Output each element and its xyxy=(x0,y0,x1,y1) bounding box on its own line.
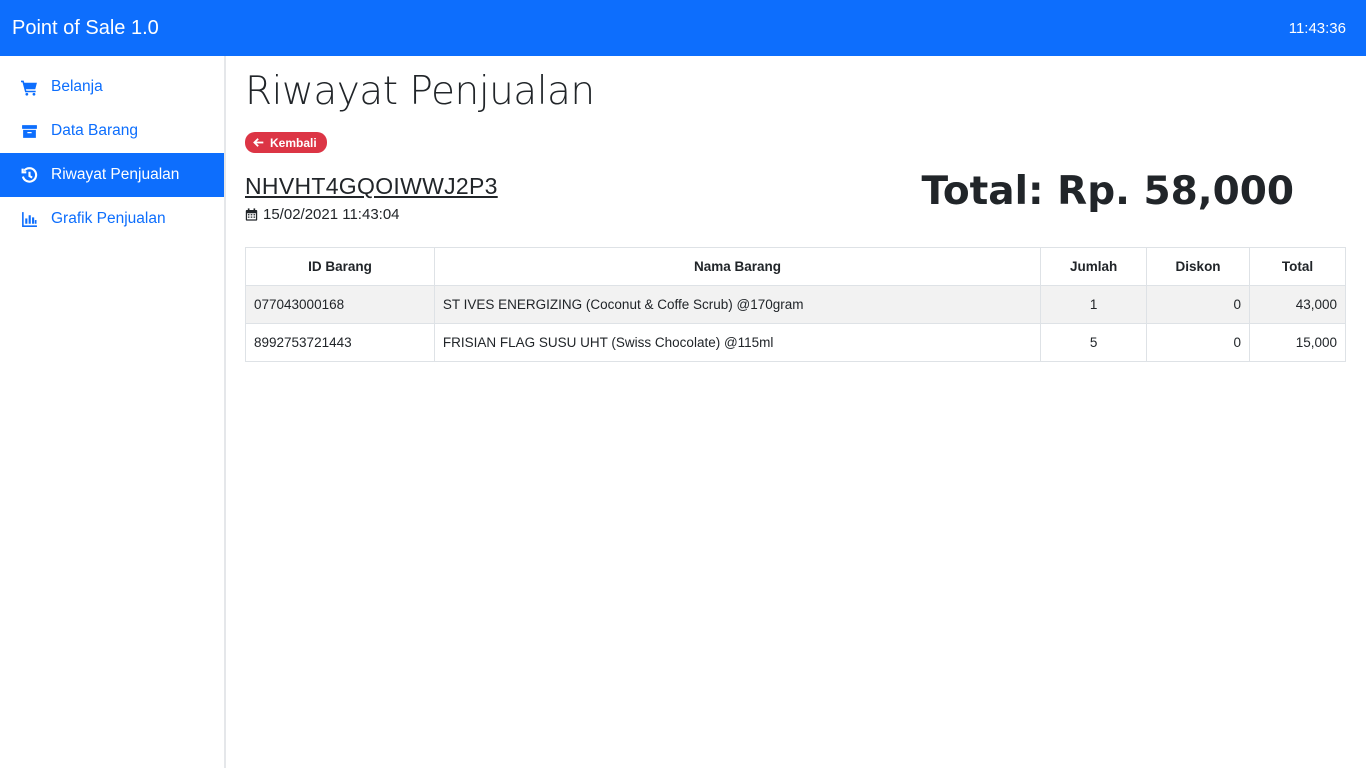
transaction-date: 15/02/2021 11:43:04 xyxy=(245,206,400,223)
sales-detail-table: ID Barang Nama Barang Jumlah Diskon Tota… xyxy=(245,247,1346,362)
cell-id-barang: 077043000168 xyxy=(245,285,435,324)
column-header-jumlah: Jumlah xyxy=(1040,247,1148,286)
sidebar-item-riwayat-penjualan[interactable]: Riwayat Penjualan xyxy=(0,153,224,197)
transaction-header: NHVHT4GQOIWWJ2P3 15/02/2021 11:43:04 Tot… xyxy=(245,169,1346,247)
table-header-row: ID Barang Nama Barang Jumlah Diskon Tota… xyxy=(245,247,1346,286)
cell-jumlah: 5 xyxy=(1040,323,1148,362)
history-icon xyxy=(20,166,38,184)
cell-diskon: 0 xyxy=(1146,285,1251,324)
sidebar-item-label: Belanja xyxy=(51,78,103,95)
column-header-id-barang: ID Barang xyxy=(245,247,435,286)
cell-nama-barang: FRISIAN FLAG SUSU UHT (Swiss Chocolate) … xyxy=(433,323,1042,362)
page-title: Riwayat Penjualan xyxy=(245,69,595,114)
transaction-date-text: 15/02/2021 11:43:04 xyxy=(263,206,400,223)
sidebar-item-grafik-penjualan[interactable]: Grafik Penjualan xyxy=(0,197,224,241)
cell-total: 15,000 xyxy=(1249,323,1346,362)
calendar-icon xyxy=(245,208,258,221)
main-content: Riwayat Penjualan Kembali NHVHT4GQOIWWJ2… xyxy=(245,56,1346,362)
sidebar-item-belanja[interactable]: Belanja xyxy=(0,65,224,109)
cell-diskon: 0 xyxy=(1146,323,1251,362)
arrow-left-icon xyxy=(253,138,264,147)
back-button[interactable]: Kembali xyxy=(245,132,327,153)
sidebar-item-label: Data Barang xyxy=(51,122,139,139)
cell-jumlah: 1 xyxy=(1040,285,1148,324)
sidebar-item-label: Riwayat Penjualan xyxy=(51,166,180,183)
top-navbar: Point of Sale 1.0 11:43:36 xyxy=(0,0,1366,56)
sidebar: Belanja Data Barang Riwayat Penjualan Gr… xyxy=(0,56,226,768)
bar-chart-icon xyxy=(20,210,38,228)
cell-nama-barang: ST IVES ENERGIZING (Coconut & Coffe Scru… xyxy=(433,285,1042,324)
column-header-nama-barang: Nama Barang xyxy=(433,247,1042,286)
column-header-total: Total xyxy=(1249,247,1346,286)
archive-icon xyxy=(20,122,38,140)
grand-total: Total: Rp. 58,000 xyxy=(921,169,1294,214)
sidebar-item-data-barang[interactable]: Data Barang xyxy=(0,109,224,153)
transaction-id: NHVHT4GQOIWWJ2P3 xyxy=(245,173,498,199)
cell-total: 43,000 xyxy=(1249,285,1346,324)
back-button-label: Kembali xyxy=(270,135,317,150)
sidebar-item-label: Grafik Penjualan xyxy=(51,210,166,227)
column-header-diskon: Diskon xyxy=(1146,247,1251,286)
cell-id-barang: 8992753721443 xyxy=(245,323,435,362)
table-row: 8992753721443 FRISIAN FLAG SUSU UHT (Swi… xyxy=(245,323,1346,362)
clock: 11:43:36 xyxy=(1288,19,1346,37)
cart-icon xyxy=(20,78,38,96)
app-title[interactable]: Point of Sale 1.0 xyxy=(12,17,159,40)
table-row: 077043000168 ST IVES ENERGIZING (Coconut… xyxy=(245,285,1346,324)
